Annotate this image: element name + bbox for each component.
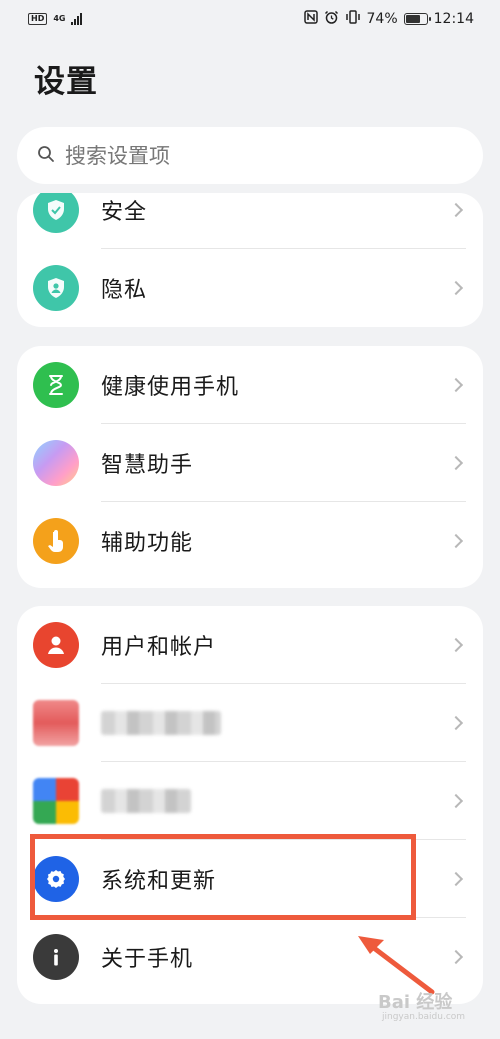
blurred-app-icon bbox=[33, 778, 79, 824]
chevron-right-icon bbox=[448, 949, 464, 965]
status-bar: HD 4G 74% 12:14 bbox=[0, 0, 500, 38]
settings-item-label: 用户和帐户 bbox=[101, 635, 217, 660]
chevron-right-icon bbox=[448, 871, 464, 887]
search-icon bbox=[37, 145, 55, 167]
vibrate-icon bbox=[345, 10, 361, 28]
chevron-right-icon bbox=[448, 533, 464, 549]
settings-item-digital-balance[interactable]: 健康使用手机 bbox=[17, 346, 483, 424]
chevron-right-icon bbox=[448, 715, 464, 731]
shield-icon bbox=[33, 193, 79, 233]
settings-item-label: 健康使用手机 bbox=[101, 375, 240, 400]
settings-item-blurred-1[interactable] bbox=[17, 684, 483, 762]
hand-pointer-icon bbox=[33, 518, 79, 564]
hourglass-icon bbox=[33, 362, 79, 408]
settings-item-label: 安全 bbox=[101, 200, 148, 225]
settings-item-users-accounts[interactable]: 用户和帐户 bbox=[17, 606, 483, 684]
settings-group-wellbeing: 健康使用手机 智慧助手 辅助功能 bbox=[17, 346, 483, 588]
chevron-right-icon bbox=[448, 637, 464, 653]
status-right: 74% 12:14 bbox=[303, 10, 474, 29]
settings-item-label: 关于手机 bbox=[101, 947, 194, 972]
user-icon bbox=[33, 622, 79, 668]
settings-item-smart-assistant[interactable]: 智慧助手 bbox=[17, 424, 483, 502]
blurred-app-icon bbox=[33, 700, 79, 746]
settings-group-security: 安全 隐私 bbox=[17, 193, 483, 327]
page-title: 设置 bbox=[34, 64, 98, 100]
settings-item-blurred-2[interactable] bbox=[17, 762, 483, 840]
chevron-right-icon bbox=[448, 280, 464, 296]
blurred-label bbox=[101, 711, 221, 735]
chevron-right-icon bbox=[448, 455, 464, 471]
blurred-label bbox=[101, 789, 191, 813]
alarm-icon bbox=[324, 10, 339, 29]
watermark-sub: jingyan.baidu.com bbox=[382, 1012, 466, 1022]
chevron-right-icon bbox=[448, 377, 464, 393]
privacy-icon bbox=[33, 265, 79, 311]
network-type: 4G bbox=[53, 14, 66, 23]
nfc-icon bbox=[303, 10, 318, 28]
battery-icon bbox=[403, 13, 431, 25]
search-input[interactable] bbox=[65, 143, 445, 168]
settings-item-security[interactable]: 安全 bbox=[17, 193, 483, 249]
watermark: Bai 经验 bbox=[378, 992, 453, 1013]
settings-item-label: 隐私 bbox=[101, 278, 148, 303]
highlight-box bbox=[30, 834, 416, 920]
assistant-orb-icon bbox=[33, 440, 79, 486]
clock: 12:14 bbox=[433, 11, 474, 27]
settings-item-accessibility[interactable]: 辅助功能 bbox=[17, 502, 483, 580]
status-left: HD 4G bbox=[28, 13, 83, 25]
signal-icon bbox=[71, 13, 83, 25]
settings-item-privacy[interactable]: 隐私 bbox=[17, 249, 483, 327]
settings-item-label: 辅助功能 bbox=[101, 531, 194, 556]
settings-item-label: 智慧助手 bbox=[101, 453, 194, 478]
chevron-right-icon bbox=[448, 202, 464, 218]
hd-badge: HD bbox=[28, 13, 48, 25]
info-icon bbox=[33, 934, 79, 980]
battery-percent: 74% bbox=[366, 11, 398, 27]
search-bar[interactable] bbox=[17, 127, 483, 184]
chevron-right-icon bbox=[448, 793, 464, 809]
